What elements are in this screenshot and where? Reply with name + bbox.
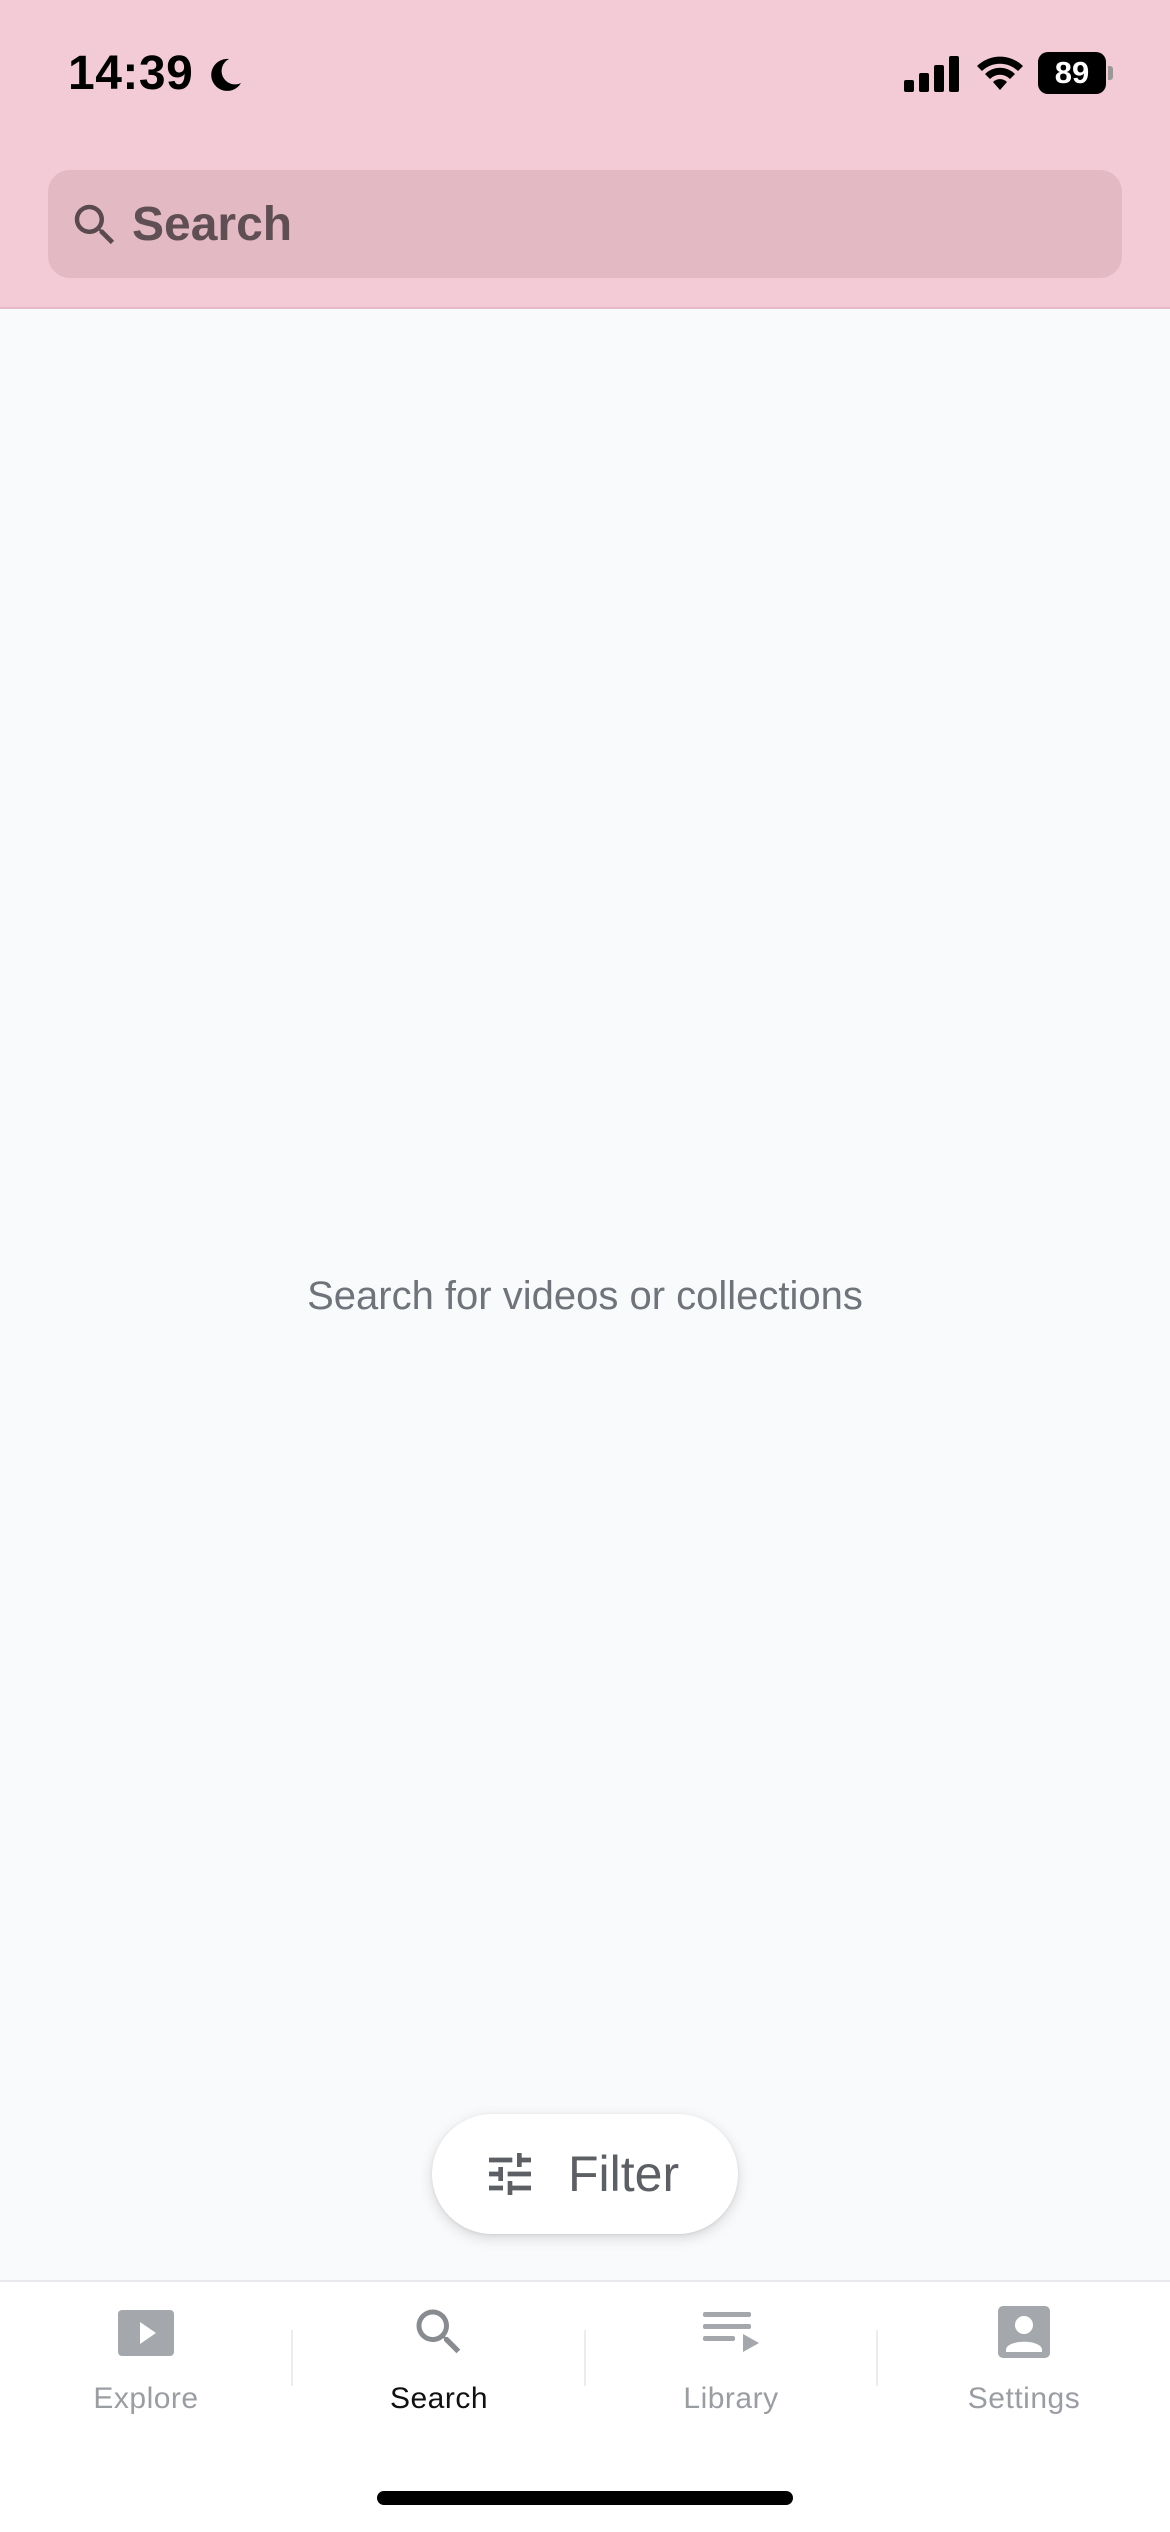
search-bar[interactable] bbox=[48, 170, 1122, 278]
tab-library[interactable]: Library bbox=[585, 2282, 877, 2452]
wifi-icon bbox=[977, 56, 1023, 90]
app-header: 14:39 89 bbox=[0, 0, 1170, 309]
battery-cap bbox=[1108, 66, 1113, 80]
cellular-signal-icon bbox=[904, 56, 959, 92]
search-icon bbox=[74, 204, 115, 245]
search-input[interactable] bbox=[132, 170, 1102, 278]
status-bar: 14:39 89 bbox=[0, 0, 1170, 150]
battery-indicator: 89 bbox=[1038, 52, 1114, 94]
home-indicator bbox=[377, 2491, 793, 2505]
tab-search-label: Search bbox=[389, 2382, 489, 2415]
tab-explore[interactable]: Explore bbox=[0, 2282, 292, 2452]
bottom-tab-bar: Explore Search Library Settings bbox=[0, 2280, 1170, 2532]
tab-search[interactable]: Search bbox=[293, 2282, 585, 2452]
status-time: 14:39 bbox=[68, 47, 194, 100]
playlist-icon bbox=[703, 2312, 759, 2352]
tab-explore-label: Explore bbox=[93, 2382, 199, 2415]
tab-library-label: Library bbox=[683, 2382, 779, 2415]
battery-level: 89 bbox=[1038, 52, 1106, 94]
search-icon bbox=[416, 2309, 461, 2354]
play-video-icon bbox=[118, 2310, 174, 2356]
moon-icon bbox=[211, 58, 241, 91]
tune-icon bbox=[489, 2153, 531, 2195]
tab-settings[interactable]: Settings bbox=[878, 2282, 1170, 2452]
filter-label: Filter bbox=[568, 2146, 680, 2202]
tab-settings-label: Settings bbox=[967, 2382, 1081, 2415]
empty-state-message: Search for videos or collections bbox=[307, 1274, 863, 1318]
filter-button[interactable]: Filter bbox=[432, 2114, 738, 2234]
account-box-icon bbox=[998, 2306, 1050, 2358]
